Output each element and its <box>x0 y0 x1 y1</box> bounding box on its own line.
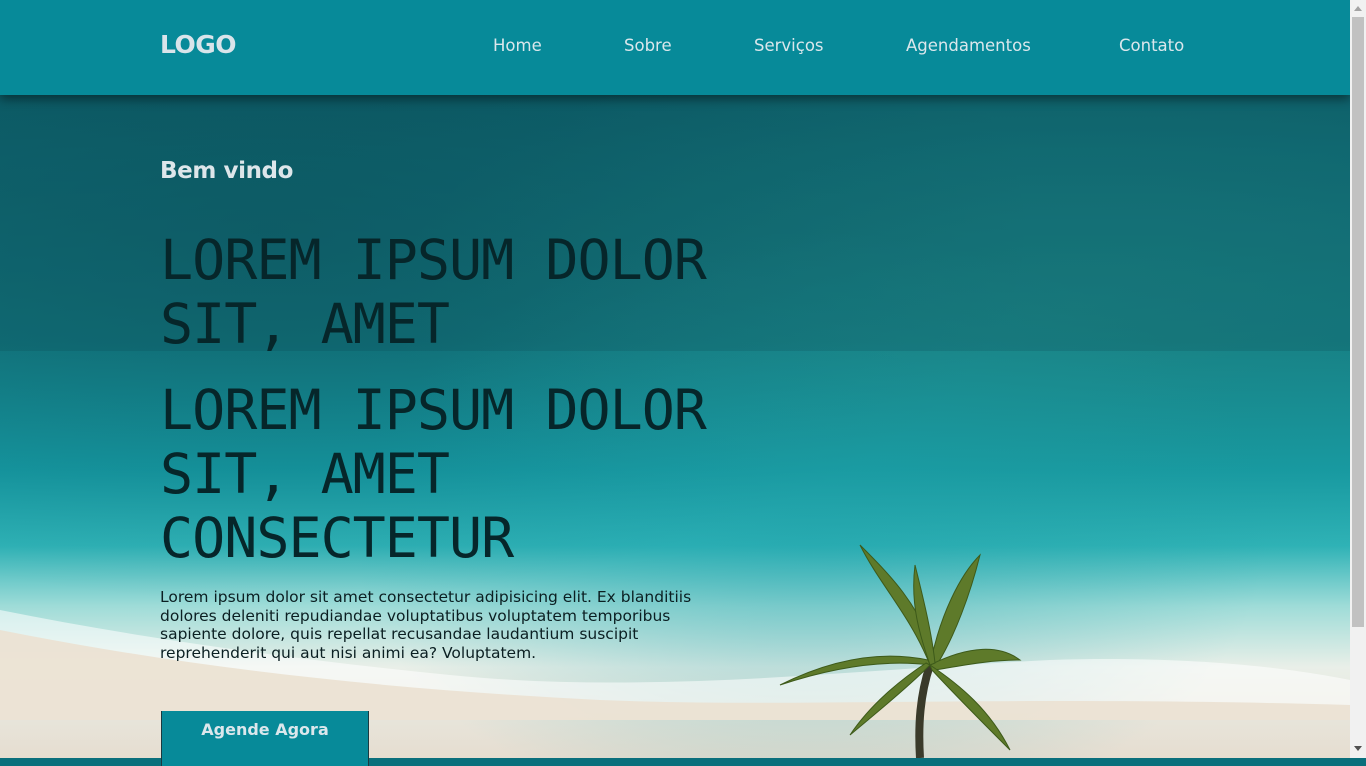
site-logo[interactable]: LOGO <box>160 30 237 59</box>
nav-link-home[interactable]: Home <box>493 36 542 55</box>
headline-2-line-3: CONSECTETUR <box>160 506 514 570</box>
scroll-down-arrow-icon[interactable] <box>1354 746 1362 751</box>
headline-1-line-1: LOREM IPSUM DOLOR <box>160 228 707 292</box>
nav-link-sobre[interactable]: Sobre <box>624 36 672 55</box>
hero-body-text: Lorem ipsum dolor sit amet consectetur a… <box>160 588 692 662</box>
headline-2-line-2: SIT, AMET <box>160 442 450 506</box>
nav-link-agendamentos[interactable]: Agendamentos <box>906 36 1031 55</box>
hero-headline-2: LOREM IPSUM DOLOR SIT, AMET CONSECTETUR <box>160 378 780 570</box>
nav-link-servicos[interactable]: Serviços <box>754 36 824 55</box>
scrollbar-thumb[interactable] <box>1352 17 1364 627</box>
scroll-up-arrow-icon[interactable] <box>1354 6 1362 11</box>
welcome-heading: Bem vindo <box>160 158 294 184</box>
site-header: LOGO Home Sobre Serviços Agendamentos Co… <box>0 0 1350 95</box>
nav-link-contato[interactable]: Contato <box>1119 36 1184 55</box>
headline-1-line-2: SIT, AMET <box>160 292 450 356</box>
headline-2-line-1: LOREM IPSUM DOLOR <box>160 378 707 442</box>
page-scrollbar[interactable] <box>1350 0 1366 758</box>
palm-tree-image <box>779 544 1022 758</box>
hero-headline-1: LOREM IPSUM DOLOR SIT, AMET <box>160 228 780 356</box>
